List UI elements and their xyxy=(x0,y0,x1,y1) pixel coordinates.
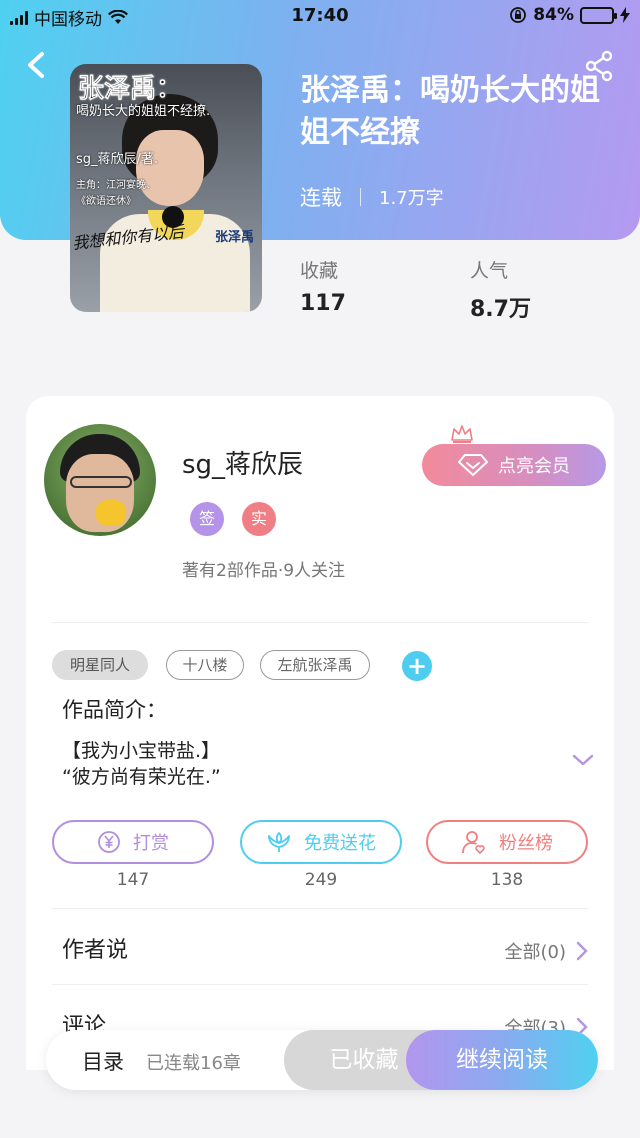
book-title: 张泽禹：喝奶长大的姐姐不经撩 xyxy=(300,73,600,150)
intro-line: 【我为小宝带盐.】 xyxy=(62,740,221,762)
add-tag-button[interactable]: + xyxy=(402,651,432,681)
send-flower-button[interactable]: 免费送花 xyxy=(240,820,402,864)
avatar-corn xyxy=(96,500,126,526)
serial-status: 连载 xyxy=(300,186,342,210)
chevron-right-icon xyxy=(576,941,588,961)
status-bar-right: 84% xyxy=(509,5,630,25)
crown-icon xyxy=(451,425,473,443)
intro-heading: 作品简介： xyxy=(62,698,167,722)
author-name[interactable]: sg_蒋欣辰 xyxy=(182,444,303,481)
flower-icon xyxy=(268,832,290,852)
avatar-glasses xyxy=(70,476,132,488)
yen-icon xyxy=(98,831,120,853)
vip-label: 点亮会员 xyxy=(498,456,570,477)
cover-name-tag: 张泽禹 xyxy=(214,230,254,245)
stat-favorites: 收藏 117 xyxy=(300,256,346,316)
fan-icon xyxy=(462,831,485,855)
stat-popularity: 人气 8.7万 xyxy=(470,256,531,323)
send-flower-label: 免费送花 xyxy=(304,833,376,854)
tag-building[interactable]: 十八楼 xyxy=(166,650,244,680)
divider xyxy=(52,622,588,623)
toc-button[interactable]: 目录 xyxy=(82,1046,124,1076)
stat-value: 117 xyxy=(300,291,346,316)
orientation-lock-icon xyxy=(510,7,527,23)
flower-count: 249 xyxy=(304,870,338,890)
author-notes-title: 作者说 xyxy=(62,938,129,963)
cover-author: sg_蒋欣辰/著. xyxy=(76,152,159,167)
word-count: 1.7万字 xyxy=(379,188,444,209)
status-bar: 中国移动 17:40 84% xyxy=(0,0,640,34)
fan-ranking-button[interactable]: 粉丝榜 xyxy=(426,820,588,864)
back-chevron-icon xyxy=(28,52,44,78)
bottom-action-bar: 目录 已连载16章 已收藏 继续阅读 xyxy=(46,1030,598,1090)
plus-icon: + xyxy=(406,652,428,680)
tag-pairing[interactable]: 左航张泽禹 xyxy=(260,650,370,680)
author-avatar[interactable] xyxy=(44,424,156,536)
battery-icon xyxy=(580,6,617,24)
diamond-icon xyxy=(458,454,488,476)
verified-badge: 实 xyxy=(242,502,276,536)
vip-button[interactable]: 点亮会员 xyxy=(422,444,606,486)
expand-chevron-icon[interactable] xyxy=(572,752,594,768)
stat-value: 8.7万 xyxy=(470,297,531,322)
fan-count: 138 xyxy=(490,870,524,890)
book-meta: 连载 1.7万字 xyxy=(300,182,444,212)
divider xyxy=(52,908,588,909)
tip-label: 打赏 xyxy=(133,833,169,854)
charging-icon xyxy=(620,7,630,23)
stat-label: 收藏 xyxy=(300,260,339,282)
author-summary: 著有2部作品·9人关注 xyxy=(182,561,346,581)
author-notes-count: 全部(0) xyxy=(504,942,567,963)
cover-song-line: 《欲语还休》 xyxy=(76,196,136,207)
book-cover[interactable]: 张泽禹： 喝奶长大的姐姐不经撩. sg_蒋欣辰/著. 主角：江河宴晚、 《欲语还… xyxy=(70,64,262,312)
back-button[interactable] xyxy=(22,48,52,82)
divider xyxy=(52,984,588,985)
cover-face xyxy=(136,130,204,206)
tag-star-fanfic[interactable]: 明星同人 xyxy=(52,650,148,680)
intro-line: “彼方尚有荣光在.” xyxy=(62,766,221,788)
cover-subtitle: 喝奶长大的姐姐不经撩. xyxy=(76,104,211,119)
tip-button[interactable]: 打赏 xyxy=(52,820,214,864)
continue-reading-button[interactable]: 继续阅读 xyxy=(406,1030,598,1090)
signed-badge: 签 xyxy=(190,502,224,536)
cover-role-line: 主角：江河宴晚、 xyxy=(76,180,156,191)
battery-percent: 84% xyxy=(533,5,574,25)
meta-divider xyxy=(360,188,361,206)
tip-count: 147 xyxy=(116,870,150,890)
chapter-count: 已连载16章 xyxy=(146,1053,241,1074)
author-notes-link[interactable]: 全部(0) xyxy=(505,938,589,964)
stat-label: 人气 xyxy=(470,260,509,282)
fan-ranking-label: 粉丝榜 xyxy=(499,833,553,854)
